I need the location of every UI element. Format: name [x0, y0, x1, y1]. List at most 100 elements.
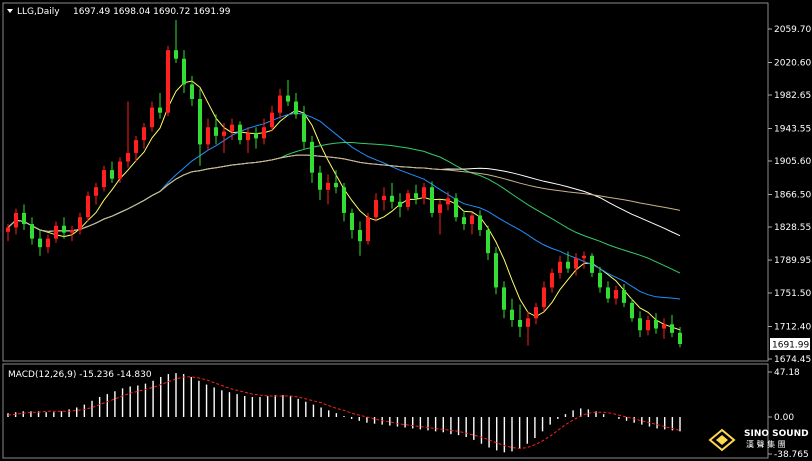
chart-background — [0, 0, 812, 461]
candle-body — [150, 107, 154, 128]
price-tick-label: 1712.40 — [774, 322, 811, 332]
candle-body — [62, 225, 66, 233]
candle — [86, 191, 90, 222]
price-tick-label: 1982.65 — [774, 91, 811, 101]
candle-body — [438, 204, 442, 213]
candle-body — [662, 324, 666, 329]
candle-body — [462, 217, 466, 225]
price-tick-label: 1905.60 — [774, 157, 811, 167]
candle-body — [94, 187, 98, 196]
candle-body — [606, 287, 610, 299]
candle — [166, 45, 170, 117]
candle-body — [598, 272, 602, 288]
candle-body — [670, 324, 674, 333]
candle-body — [126, 152, 130, 162]
candle-body — [214, 127, 218, 136]
price-tick-label: 1751.50 — [774, 289, 811, 299]
candle-body — [230, 124, 234, 132]
candle-body — [334, 182, 338, 188]
candle-body — [398, 201, 402, 207]
candle-body — [238, 124, 242, 141]
candle-body — [302, 114, 306, 142]
macd-tick-label: -38.765 — [774, 450, 809, 460]
candle-body — [526, 318, 530, 327]
candle-body — [518, 319, 522, 327]
price-tick-label: 2020.60 — [774, 58, 811, 68]
price-tick-label: 1828.55 — [774, 223, 811, 233]
candle-body — [294, 101, 298, 115]
candle-body — [590, 255, 594, 273]
candle-body — [478, 215, 482, 231]
candle-body — [70, 230, 74, 233]
candle-body — [534, 307, 538, 319]
macd-label: MACD(12,26,9) -15.236 -14.830 — [8, 370, 152, 380]
candle-body — [366, 217, 370, 242]
candle-body — [118, 161, 122, 179]
candle-body — [102, 170, 106, 188]
candle-body — [262, 127, 266, 139]
candle-body — [198, 98, 202, 145]
candle-body — [278, 95, 282, 113]
candle-body — [14, 212, 18, 228]
candle-body — [558, 261, 562, 273]
candle-body — [582, 255, 586, 259]
candle-body — [446, 198, 450, 205]
candle-body — [550, 272, 554, 288]
logo-brand: SINO SOUND — [744, 429, 809, 439]
candle-body — [286, 95, 290, 102]
chart-header: LLG,Daily 1697.49 1698.04 1690.72 1691.9… — [7, 7, 231, 17]
ohlc-values: 1697.49 1698.04 1690.72 1691.99 — [73, 7, 231, 17]
candle-body — [310, 141, 314, 173]
candle-body — [182, 58, 186, 85]
candle-body — [326, 182, 330, 190]
candle-body — [166, 50, 170, 113]
candle-body — [678, 332, 682, 344]
current-price-tag: 1691.99 — [770, 338, 810, 351]
candle-body — [494, 253, 498, 288]
price-tick-label: 2059.70 — [774, 25, 811, 35]
candle-body — [158, 107, 162, 113]
candle-body — [54, 225, 58, 239]
candle-body — [470, 215, 474, 225]
candle-body — [614, 290, 618, 299]
candle-body — [566, 261, 570, 269]
candle-body — [22, 212, 26, 225]
candle — [366, 212, 370, 245]
candle-body — [318, 172, 322, 190]
candle-body — [46, 238, 50, 248]
candle-body — [510, 309, 514, 320]
current-price-label: 1691.99 — [772, 341, 809, 351]
price-tick-label: 1674.45 — [774, 355, 811, 365]
macd-tick-label: 47.18 — [774, 368, 800, 378]
candle-body — [206, 127, 210, 145]
candle-body — [86, 195, 90, 218]
candle-body — [270, 112, 274, 128]
candle-body — [246, 133, 250, 141]
macd-tick-label: 0.00 — [774, 413, 794, 423]
candle-body — [342, 187, 346, 213]
candle-body — [110, 170, 114, 179]
candle-body — [190, 84, 194, 99]
trading-chart[interactable]: 2059.70 2020.60 1982.65 1943.55 1905.60 1866.… — [0, 0, 812, 461]
candle-body — [30, 224, 34, 239]
candle-body — [390, 195, 394, 202]
candle-body — [422, 187, 426, 199]
symbol-timeframe: LLG,Daily — [17, 7, 60, 17]
candle-body — [406, 193, 410, 207]
candle-body — [350, 212, 354, 231]
candle-body — [630, 302, 634, 319]
candle-body — [622, 290, 626, 303]
candle-body — [358, 230, 362, 242]
candle-body — [6, 227, 10, 232]
candle-body — [638, 318, 642, 331]
candle-body — [174, 50, 178, 59]
price-tick-label: 1866.50 — [774, 190, 811, 200]
candle-body — [382, 195, 386, 201]
candle-body — [142, 127, 146, 141]
candle-body — [414, 193, 418, 199]
candle-body — [374, 200, 378, 218]
candle-body — [646, 319, 650, 331]
candle-body — [542, 287, 546, 308]
candle-body — [38, 238, 42, 248]
logo-chinese: 漢 聲 集 團 — [746, 439, 786, 449]
